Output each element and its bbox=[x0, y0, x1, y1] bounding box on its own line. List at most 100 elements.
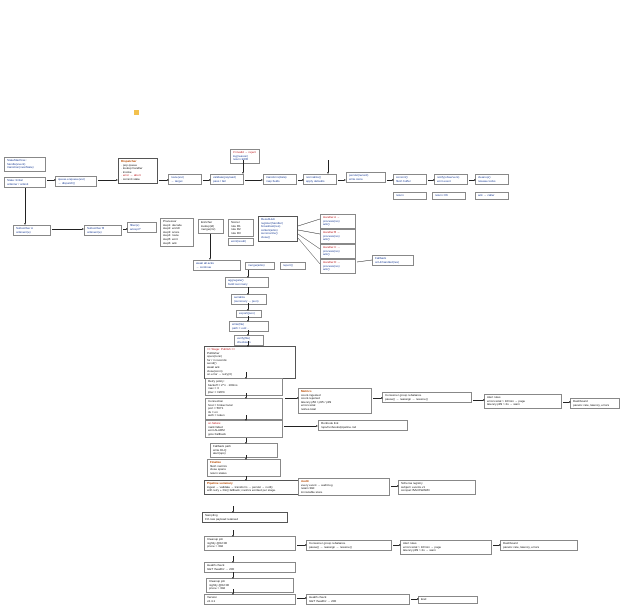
node-schema: Schema registry subject: events.v1 compa… bbox=[398, 480, 476, 495]
node-cleanupjob: Cleanup job nightly @02:00 prune > 30d bbox=[204, 536, 296, 551]
node-sub-a: Subscriber AonEvent(e) bbox=[13, 225, 51, 236]
node-serialize: serialize(summary → json) bbox=[231, 294, 267, 305]
node-tail2: Cleanup job nightly @02:00 prune > 30d bbox=[206, 578, 294, 593]
node-dlq: Fallback path write DLQ alert(ops) bbox=[210, 443, 278, 458]
arrow bbox=[210, 234, 211, 258]
node-reject: if invalid → rejectlog(reason)return ERR bbox=[230, 149, 260, 164]
arrow bbox=[25, 188, 26, 223]
arrow bbox=[246, 393, 247, 397]
node-emit: emit(result) bbox=[228, 238, 254, 246]
node-validate: validate(payload)pass / fail bbox=[210, 174, 244, 185]
arrow bbox=[245, 180, 261, 181]
arrow bbox=[248, 330, 249, 334]
arrow bbox=[285, 398, 297, 399]
node-write: write(file)path = out/… bbox=[229, 321, 269, 332]
node-summary: Pipeline summary ingest → validate → tra… bbox=[204, 480, 306, 495]
arrow bbox=[233, 589, 234, 593]
node-state-init: State::Initial onEnter / onExit bbox=[4, 177, 46, 188]
arrow bbox=[328, 160, 329, 172]
arrow bbox=[123, 229, 126, 230]
node-tail3: Versionv2.4.1 bbox=[204, 594, 296, 605]
node-row-b2: Alert rules errors.total > 10/min → page… bbox=[400, 540, 492, 555]
node-row-b1: Consumer group rebalance pause() → reass… bbox=[306, 540, 392, 551]
node-big: Sampling 1% raw payload retained bbox=[202, 512, 288, 523]
arrow bbox=[297, 598, 305, 599]
node-conn: Connection host = broker.local port = 56… bbox=[205, 398, 283, 420]
node-return-ok-c: return bbox=[393, 192, 427, 200]
node-alerts: Alert rules errors.total > 10/min → page… bbox=[484, 394, 562, 409]
node-return-ok-b: ack → caller bbox=[475, 192, 509, 200]
node-rebalance: Consumer group rebalance pause() → reass… bbox=[382, 392, 472, 403]
arrow bbox=[246, 438, 247, 442]
node-processor: Processor step1: decode step2: enrich st… bbox=[160, 218, 194, 247]
arrow bbox=[233, 572, 234, 577]
node-metrics: Metrics count.ingested count.rejected la… bbox=[298, 388, 372, 414]
node-onfail: on failure: mark failed emit ALARM goto … bbox=[205, 420, 283, 438]
arrow bbox=[493, 545, 499, 546]
node-commit: commit()flush buffer bbox=[393, 174, 427, 185]
node-enqueue: queue.enqueue(evt)→ dispatch() bbox=[55, 176, 97, 187]
node-tail-r1: Health check GET /healthz → 200 bbox=[306, 594, 410, 605]
arrow bbox=[297, 545, 305, 546]
arrow bbox=[373, 398, 381, 399]
node-dash: Dashboard panels: rate, latency, errors bbox=[570, 398, 620, 409]
node-return-ok-a: return OK bbox=[432, 192, 466, 200]
node-dispatcher: Dispatcher · pop queue · lookup handler … bbox=[118, 158, 158, 184]
node-notify: notify(observers)emit event bbox=[434, 174, 468, 185]
node-transform: transform(data)map fields bbox=[263, 174, 297, 185]
arrow bbox=[298, 180, 302, 181]
node-hub: ResultHub register(handler) broadcast(re… bbox=[258, 216, 298, 242]
node-verify: verify(file)checksum bbox=[234, 335, 264, 346]
arrow bbox=[98, 180, 116, 181]
arrow bbox=[233, 530, 234, 535]
arrow bbox=[248, 270, 249, 276]
arrow bbox=[233, 506, 234, 511]
marker-dot bbox=[134, 110, 139, 115]
node-scorer: Scorer rule R1 rule R2 rule R3 bbox=[228, 219, 254, 237]
arrow bbox=[469, 180, 474, 181]
arrow bbox=[473, 400, 483, 401]
node-fallback: Fallback onUnhandled(res) bbox=[372, 255, 414, 266]
node-merge: merge(acks) bbox=[245, 262, 275, 270]
arrow bbox=[338, 180, 344, 181]
node-report: report() bbox=[280, 262, 306, 270]
arrow bbox=[428, 180, 433, 181]
arrow bbox=[411, 599, 417, 600]
arrow bbox=[387, 180, 392, 181]
arrow bbox=[393, 545, 399, 546]
arrow bbox=[248, 303, 249, 309]
arrow bbox=[248, 316, 249, 320]
arrow bbox=[159, 180, 167, 181]
node-tail1: Health check GET /healthz → 200 bbox=[204, 562, 296, 573]
fanout bbox=[0, 0, 640, 615]
arrow bbox=[284, 426, 316, 427]
node-await: await all acks→ continue bbox=[193, 260, 241, 271]
node-normalize: normalize()apply defaults bbox=[303, 174, 337, 185]
arrow bbox=[246, 372, 247, 377]
node-sm: StateMachine:: handle(event) transition(… bbox=[4, 157, 46, 172]
arrow bbox=[246, 455, 247, 458]
node-persist: persist(record)write store bbox=[346, 172, 386, 183]
arrow bbox=[203, 180, 209, 181]
arrow bbox=[391, 486, 397, 487]
node-finalize: Finalize flush metrics close spans retur… bbox=[207, 459, 281, 477]
arrow bbox=[243, 160, 244, 172]
arrow bbox=[563, 402, 569, 403]
arrow bbox=[233, 556, 234, 561]
node-aggregate: aggregate()build summary bbox=[225, 277, 269, 288]
arrow bbox=[248, 287, 249, 293]
node-publisher: == Stage: Publish == Publisher open(conn… bbox=[204, 346, 296, 379]
node-export: export(json) bbox=[236, 310, 262, 318]
node-hB: Handler.B →process(res)ack() bbox=[320, 229, 356, 244]
arrow bbox=[52, 229, 82, 230]
node-enricher: Enricher lookup(id) merge(ctx) bbox=[198, 219, 224, 234]
node-retry: Retry policy: backoff = 2^n · 100ms max … bbox=[205, 378, 283, 396]
arrow bbox=[246, 476, 247, 479]
node-tail-r2: End bbox=[418, 596, 478, 604]
arrow bbox=[47, 180, 54, 181]
node-filter: filter(e)accept? bbox=[127, 222, 157, 233]
node-route: route(evt)→ target bbox=[168, 174, 202, 185]
node-hC: Handler.C →process(res)ack() bbox=[320, 244, 356, 259]
node-audit: Audit every event → audit.log retain 30d… bbox=[298, 478, 390, 496]
node-cleanup: cleanup()release locks bbox=[475, 174, 509, 185]
